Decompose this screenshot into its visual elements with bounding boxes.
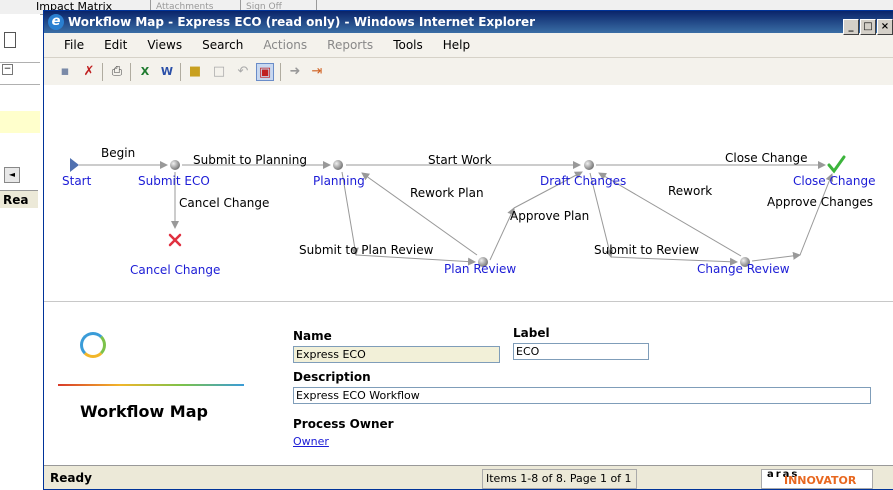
description-field[interactable]: Express ECO Workflow — [293, 387, 871, 404]
name-field[interactable]: Express ECO — [293, 346, 500, 363]
close-change-check-icon — [827, 155, 846, 174]
menu-views[interactable]: Views — [147, 38, 182, 52]
cancel-icon[interactable]: ✗ — [80, 63, 98, 81]
node-cancel-change[interactable]: Cancel Change — [130, 263, 220, 277]
owner-link[interactable]: Owner — [293, 435, 329, 448]
toolbar-separator — [180, 63, 181, 81]
path-label-close-change: Close Change — [725, 151, 808, 165]
description-label: Description — [293, 370, 371, 384]
undo-icon[interactable]: ↶ — [234, 63, 252, 81]
node-plan-review[interactable]: Plan Review — [444, 262, 516, 276]
path-label-submit-to-planning: Submit to Planning — [193, 153, 307, 167]
scroll-left-icon[interactable]: ◄ — [4, 167, 20, 183]
menu-actions[interactable]: Actions — [263, 38, 307, 52]
aras-innovator-logo: aras INNOVATOR — [761, 469, 873, 489]
background-status: Rea — [0, 190, 38, 208]
node-change-review[interactable]: Change Review — [697, 262, 790, 276]
node-start[interactable]: Start — [62, 174, 91, 188]
workflow-form: Workflow Map Name Express ECO Label ECO … — [44, 301, 893, 466]
exit-icon[interactable]: ⇥ — [308, 63, 326, 81]
toolbar-separator — [280, 63, 281, 81]
path-label-start-work: Start Work — [428, 153, 492, 167]
menu-help[interactable]: Help — [443, 38, 470, 52]
label-field[interactable]: ECO — [513, 343, 649, 360]
label-label: Label — [513, 326, 550, 340]
path-approve-changes-a — [751, 251, 801, 262]
path-label-approve-plan: Approve Plan — [510, 209, 590, 223]
start-arrow-icon — [70, 158, 79, 172]
path-label-begin: Begin — [101, 146, 136, 160]
name-label: Name — [293, 329, 332, 343]
path-label-submit-to-review: Submit to Review — [594, 243, 700, 257]
path-label-approve-changes: Approve Changes — [767, 195, 873, 209]
maximize-button[interactable]: □ — [860, 19, 876, 35]
word-icon[interactable]: W — [158, 63, 176, 81]
lock-icon[interactable]: ■ — [186, 63, 204, 81]
unlock-icon[interactable]: □ — [210, 63, 228, 81]
background-selected-row — [0, 111, 40, 133]
window-title: Workflow Map - Express ECO (read only) -… — [68, 15, 536, 29]
excel-icon[interactable]: X — [136, 63, 154, 81]
form-heading: Workflow Map — [80, 402, 208, 421]
status-ready: Ready — [50, 471, 92, 485]
background-window-left: − ◄ Rea — [0, 14, 40, 208]
submit-eco-node — [170, 160, 180, 170]
document-icon — [4, 32, 16, 48]
draft-changes-node — [584, 160, 594, 170]
aras-logo-icon — [80, 332, 106, 358]
node-submit-eco[interactable]: Submit ECO — [138, 174, 210, 188]
tree-expand-icon[interactable]: − — [2, 64, 13, 75]
path-label-rework-plan: Rework Plan — [410, 186, 484, 200]
divider — [0, 84, 40, 85]
menu-edit[interactable]: Edit — [104, 38, 127, 52]
menu-search[interactable]: Search — [202, 38, 243, 52]
process-owner-label: Process Owner — [293, 417, 394, 431]
brand-innovator-text: INNOVATOR — [784, 474, 857, 487]
workflow-map: Begin Submit to Planning Start Work Clos… — [44, 85, 893, 301]
cancel-change-x-icon — [168, 233, 182, 247]
save-icon[interactable]: ▪ — [56, 63, 74, 81]
path-label-cancel-change: Cancel Change — [179, 196, 270, 210]
toolbar-separator — [130, 63, 131, 81]
status-item-count: Items 1-8 of 8. Page 1 of 1 — [482, 469, 637, 489]
toolbar-separator — [102, 63, 103, 81]
print-icon[interactable]: ⎙ — [108, 63, 126, 81]
ie-window: e Workflow Map - Express ECO (read only)… — [43, 10, 893, 490]
menu-reports[interactable]: Reports — [327, 38, 373, 52]
node-draft-changes[interactable]: Draft Changes — [540, 174, 626, 188]
minimize-button[interactable]: _ — [843, 19, 859, 35]
window-controls: _ □ × — [842, 14, 893, 36]
claim-icon[interactable]: ➜ — [286, 63, 304, 81]
planning-node — [333, 160, 343, 170]
status-bar: Ready Items 1-8 of 8. Page 1 of 1 aras I… — [44, 465, 893, 489]
title-bar[interactable]: e Workflow Map - Express ECO (read only)… — [44, 11, 893, 36]
toolbar: ▪ ✗ ⎙ X W ■ □ ↶ ▣ ➜ ⇥ — [44, 58, 893, 87]
menu-file[interactable]: File — [64, 38, 84, 52]
workflow-icon[interactable]: ▣ — [256, 63, 274, 81]
close-button[interactable]: × — [877, 19, 893, 35]
menu-tools[interactable]: Tools — [393, 38, 423, 52]
menu-bar: File Edit Views Search Actions Reports T… — [44, 33, 893, 58]
internet-explorer-icon: e — [48, 14, 64, 30]
node-close-change[interactable]: Close Change — [793, 174, 875, 188]
path-label-submit-to-plan-review: Submit to Plan Review — [299, 243, 434, 257]
divider — [0, 62, 40, 63]
node-planning[interactable]: Planning — [313, 174, 365, 188]
path-label-rework: Rework — [668, 184, 713, 198]
brand-divider — [58, 384, 244, 386]
